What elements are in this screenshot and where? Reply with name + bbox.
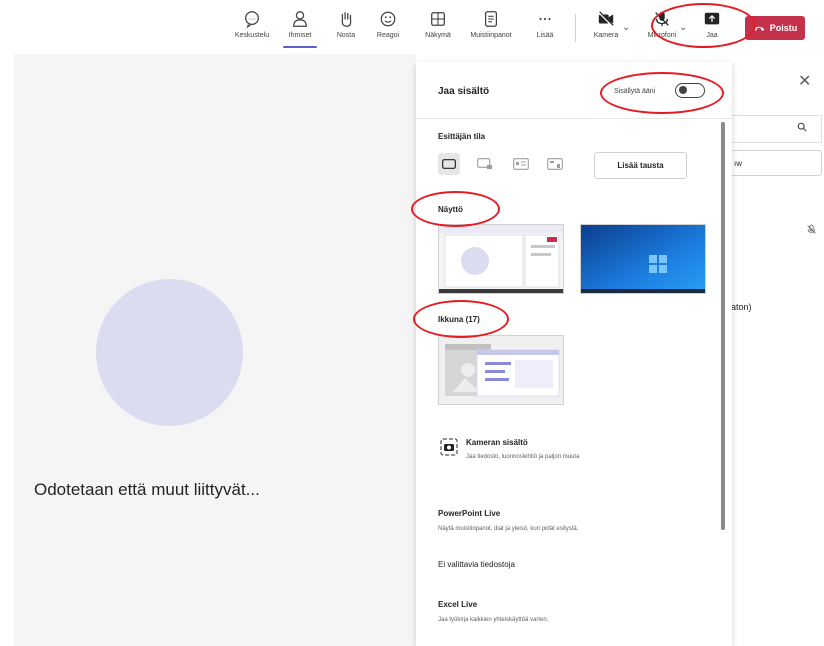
share-icon [704, 12, 720, 25]
leave-label: Poistu [769, 23, 798, 33]
presenter-mode-label: Esittäjän tila [438, 132, 486, 141]
raise-hand-icon [341, 12, 352, 27]
toolbar-divider [575, 14, 576, 42]
view-label: Näkymä [425, 32, 451, 39]
people-search-input[interactable] [730, 115, 822, 143]
smile-icon [380, 11, 396, 27]
svg-text:⋯: ⋯ [249, 16, 255, 23]
participant-mic-off-icon [806, 224, 817, 238]
meeting-stage: Odotetaan että muut liittyvät... [14, 54, 416, 646]
mic-button[interactable]: Mikrofoni [642, 10, 682, 50]
raise-hand-button[interactable]: Nosta [326, 10, 366, 50]
add-background-button[interactable]: Lisää tausta [594, 152, 687, 179]
raise-hand-label: Nosta [336, 32, 356, 39]
people-icon [293, 11, 307, 27]
notes-button[interactable]: Muistiinpanot [470, 10, 512, 50]
side-by-side-icon [513, 158, 529, 170]
notes-label: Muistiinpanot [470, 32, 512, 39]
waiting-message: Odotetaan että muut liittyvät... [34, 480, 260, 499]
powerpoint-live-title: PowerPoint Live [438, 509, 501, 518]
more-button[interactable]: Lisää [525, 10, 565, 50]
window-section-label: Ikkuna (17) [438, 315, 480, 324]
window-preview [445, 344, 560, 397]
share-label: Jaa [706, 32, 718, 39]
avatar [96, 279, 243, 426]
screen-thumbnail-2[interactable] [580, 224, 706, 294]
content-only-icon [442, 159, 456, 169]
chat-button[interactable]: ⋯ Keskustelu [232, 10, 272, 50]
search-icon[interactable] [797, 121, 807, 135]
share-panel-title: Jaa sisältö [438, 86, 490, 97]
camera-content-title: Kameran sisältö [466, 438, 528, 447]
standout-icon [477, 158, 492, 169]
standout-mode-button[interactable] [474, 153, 496, 175]
include-sound-label: Sisällytä ääni [614, 88, 656, 95]
camera-content-icon [440, 438, 458, 456]
hang-up-icon [753, 26, 765, 31]
notes-icon [484, 11, 498, 27]
excel-live-title: Excel Live [438, 600, 478, 609]
screen-section-label: Näyttö [438, 205, 463, 214]
panel-scrollbar[interactable] [721, 122, 725, 530]
share-content-panel: Jaa sisältö Sisällytä ääni Esittäjän til… [416, 62, 732, 646]
meeting-toolbar: ⋯ Keskustelu Ihmiset Nosta Reagoi Näkymä… [0, 0, 824, 52]
chat-icon: ⋯ [245, 11, 259, 28]
chat-label: Keskustelu [234, 32, 270, 39]
no-files-text: Ei valittavia tiedostoja [438, 560, 515, 569]
include-sound-toggle[interactable] [675, 83, 705, 98]
side-by-side-mode-button[interactable] [510, 153, 532, 175]
more-icon [539, 17, 551, 21]
mic-off-icon [655, 11, 669, 27]
camera-content-option[interactable]: Kameran sisältö Jaa tiedosto, luonnosleh… [416, 432, 716, 472]
excel-live-subtitle: Jaa työkirja kaikkien yhteiskäyttöä vart… [438, 617, 549, 623]
content-only-mode-button[interactable] [438, 153, 460, 175]
people-label: Ihmiset [288, 32, 312, 39]
powerpoint-live-subtitle: Näytä muistiinpanot, diat ja yleisö, kun… [438, 526, 579, 532]
grid-icon [431, 12, 445, 26]
camera-button[interactable]: Kamera [586, 10, 626, 50]
screen-preview-1 [439, 225, 563, 293]
react-label: Reagoi [376, 32, 400, 39]
view-button[interactable]: Näkymä [418, 10, 458, 50]
people-button[interactable]: Ihmiset [280, 10, 320, 50]
react-button[interactable]: Reagoi [368, 10, 408, 50]
more-label: Lisää [536, 32, 554, 39]
window-thumbnail[interactable] [438, 335, 564, 405]
toggle-knob [679, 86, 687, 94]
panel-divider [416, 118, 732, 119]
participant-name-partial: aton) [731, 302, 752, 312]
camera-label: Kamera [593, 32, 619, 39]
people-action-button[interactable]: ıw [730, 150, 822, 176]
screen-thumbnail-1[interactable] [438, 224, 564, 294]
active-tab-indicator [283, 46, 317, 48]
camera-content-subtitle: Jaa tiedosto, luonnoslehtiö ja paljon mu… [466, 454, 580, 460]
camera-off-icon [598, 11, 614, 27]
close-icon[interactable]: ✕ [798, 71, 811, 91]
leave-button[interactable]: Poistu [745, 16, 805, 40]
screen-preview-2 [581, 225, 705, 293]
reporter-icon [547, 158, 563, 170]
reporter-mode-button[interactable] [544, 153, 566, 175]
mic-label: Mikrofoni [647, 32, 677, 39]
share-button[interactable]: Jaa [692, 10, 732, 50]
mic-options-chevron-icon[interactable]: ⌄ [679, 22, 687, 33]
camera-options-chevron-icon[interactable]: ⌄ [622, 22, 630, 33]
